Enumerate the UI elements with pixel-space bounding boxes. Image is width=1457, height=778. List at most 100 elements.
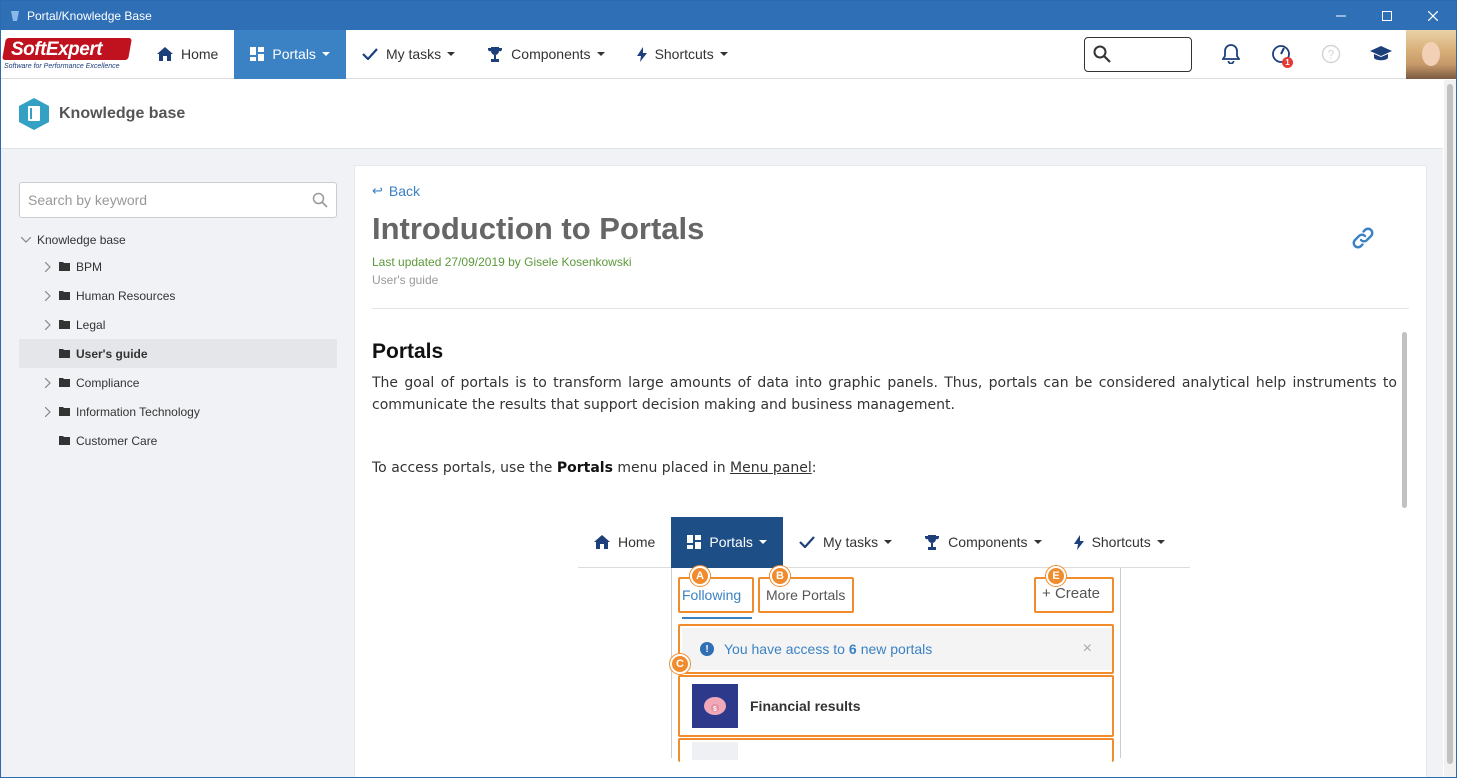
help-icon: ?: [1321, 44, 1341, 64]
maximize-icon: [1382, 10, 1392, 21]
chevron-right-icon[interactable]: [41, 377, 55, 388]
text-fragment: menu placed in: [612, 460, 731, 476]
search-icon[interactable]: [312, 192, 328, 208]
tree-item-label: Human Resources: [76, 288, 176, 303]
window-title: Portal/Knowledge Base: [27, 8, 152, 23]
minimize-icon: [1336, 15, 1346, 16]
home-icon: [157, 47, 173, 61]
training-button[interactable]: [1356, 30, 1406, 79]
close-icon: [1428, 10, 1438, 21]
folder-icon: [59, 291, 70, 300]
softexpert-logo[interactable]: SoftExpert Software for Performance Exce…: [1, 30, 141, 79]
top-nav: SoftExpert Software for Performance Exce…: [1, 29, 1456, 79]
tree-item-label: Customer Care: [76, 433, 158, 448]
help-button[interactable]: ?: [1306, 30, 1356, 79]
caret-down-icon: [1156, 540, 1165, 544]
chevron-down-icon[interactable]: [19, 237, 33, 243]
check-icon: [362, 48, 378, 60]
bolt-icon: [636, 46, 647, 62]
tree-item-customer-care[interactable]: Customer Care: [19, 426, 337, 455]
article-title: Introduction to Portals: [372, 211, 705, 246]
tree-item-label: User's guide: [76, 346, 148, 361]
nav-shortcuts[interactable]: Shortcuts: [621, 30, 744, 79]
content-scrollbar[interactable]: [1402, 332, 1407, 508]
nav-my-tasks[interactable]: My tasks: [346, 30, 471, 79]
user-avatar[interactable]: [1406, 29, 1456, 79]
marker-b: B: [770, 566, 790, 586]
portals-icon: [250, 47, 265, 61]
tasks-dashboard-button[interactable]: 1: [1256, 30, 1306, 79]
minimize-button[interactable]: [1318, 1, 1364, 30]
notifications-button[interactable]: [1206, 30, 1256, 79]
nav-shortcuts-label: Shortcuts: [654, 46, 714, 62]
tree-item-users-guide[interactable]: User's guide: [19, 339, 337, 368]
illustration-nav: Home Portals My tasks Components Shortcu…: [578, 516, 1190, 568]
folder-icon: [59, 262, 70, 271]
bolt-icon: [1073, 534, 1084, 550]
nav-home[interactable]: Home: [141, 30, 234, 79]
caret-down-icon: [884, 540, 893, 544]
nav-portals[interactable]: Portals: [234, 29, 346, 79]
keyword-search-input[interactable]: [28, 192, 312, 208]
keyword-search-field[interactable]: [19, 182, 337, 218]
app-window: Portal/Knowledge Base SoftExpert Softwar…: [0, 0, 1457, 778]
category-tree: Knowledge base BPM Human Resources Legal: [19, 228, 337, 455]
tree-item-label: BPM: [76, 259, 103, 274]
menu-panel-link[interactable]: Menu panel: [730, 460, 812, 476]
section-title: Portals: [372, 340, 444, 363]
chevron-right-icon[interactable]: [41, 319, 55, 330]
maximize-button[interactable]: [1364, 1, 1410, 30]
marker-c: C: [670, 654, 690, 674]
illustration-nav-home: Home: [578, 517, 671, 568]
nav-home-label: Home: [181, 46, 219, 62]
tree-item-compliance[interactable]: Compliance: [19, 368, 337, 397]
global-search-input[interactable]: [1084, 36, 1192, 72]
tree-item-label: Information Technology: [76, 404, 200, 419]
back-label: Back: [388, 183, 421, 199]
highlight-box-c: [678, 624, 1114, 674]
paragraph-access: To access portals, use the Portals menu …: [372, 460, 816, 476]
window-scrollbar[interactable]: [1444, 80, 1456, 777]
tree-root-label: Knowledge base: [37, 233, 126, 247]
illustration-nav-my-tasks: My tasks: [783, 517, 908, 568]
link-icon[interactable]: [1351, 226, 1375, 250]
tree-item-information-technology[interactable]: Information Technology: [19, 397, 337, 426]
title-bar: Portal/Knowledge Base: [1, 1, 1456, 30]
close-window-button[interactable]: [1410, 1, 1456, 30]
caret-down-icon: [321, 52, 330, 56]
chevron-right-icon[interactable]: [41, 406, 55, 417]
logo-tagline: Software for Performance Excellence: [4, 62, 120, 70]
folder-icon: [59, 378, 70, 387]
home-icon: [594, 535, 610, 549]
highlight-box-a: [678, 577, 754, 613]
bold-portals: Portals: [556, 460, 613, 476]
svg-text:?: ?: [1328, 48, 1335, 62]
nav-components[interactable]: Components: [471, 30, 620, 79]
caret-down-icon: [1033, 540, 1042, 544]
chevron-right-icon[interactable]: [41, 290, 55, 301]
portals-icon: [687, 535, 702, 549]
tree-item-legal[interactable]: Legal: [19, 310, 337, 339]
highlight-box-d2: [678, 738, 1114, 762]
tree-item-bpm[interactable]: BPM: [19, 252, 337, 281]
back-arrow-icon: ↩: [372, 183, 383, 198]
app-icon: [11, 10, 19, 21]
highlight-box-e: [1034, 577, 1114, 613]
back-link[interactable]: ↩ Back: [372, 183, 420, 199]
highlight-box-d: [678, 675, 1114, 737]
illustration-nav-label: My tasks: [822, 534, 879, 550]
illustration-nav-label: Components: [948, 534, 1028, 550]
folder-icon: [59, 320, 70, 329]
marker-a: A: [690, 566, 710, 586]
nav-components-label: Components: [511, 46, 591, 62]
bell-icon: [1222, 44, 1240, 64]
caret-down-icon: [596, 52, 605, 56]
chevron-right-icon[interactable]: [41, 261, 55, 272]
tree-item-human-resources[interactable]: Human Resources: [19, 281, 337, 310]
tree-root-knowledge-base[interactable]: Knowledge base: [19, 228, 337, 252]
caret-down-icon: [758, 540, 767, 544]
search-icon: [1093, 45, 1111, 63]
article-category: User's guide: [372, 273, 439, 287]
trophy-icon: [925, 534, 940, 550]
check-icon: [799, 536, 815, 548]
